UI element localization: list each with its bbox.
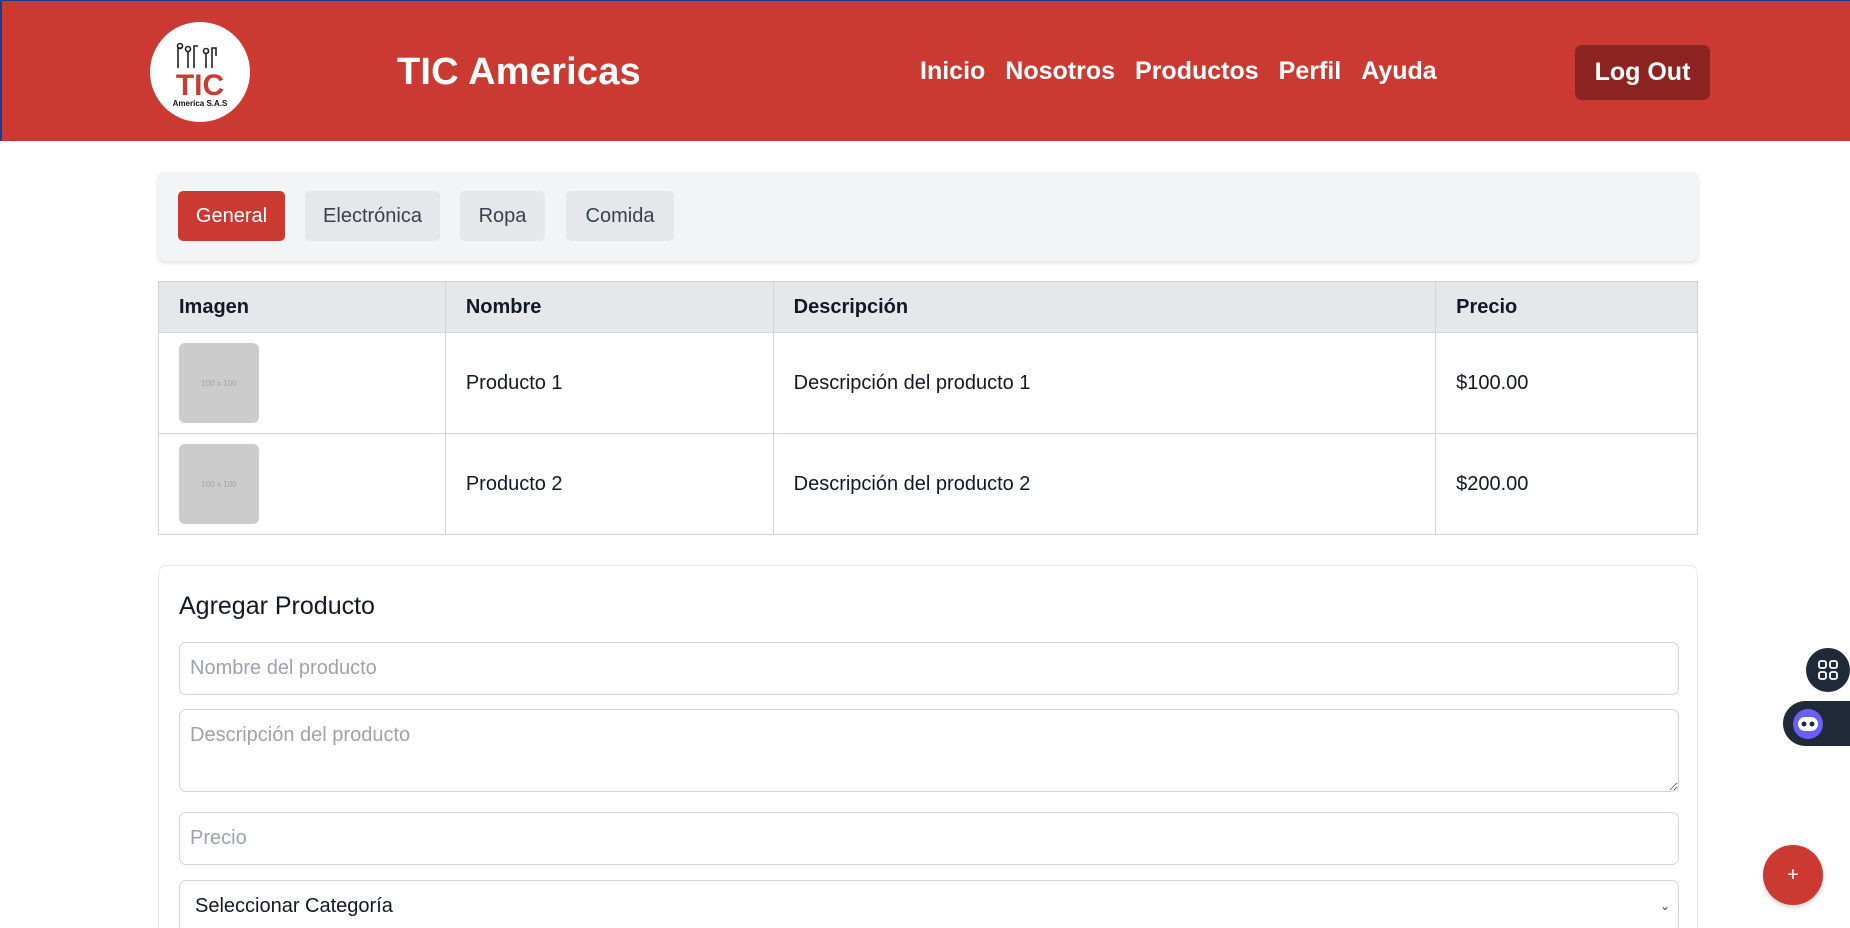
product-image-placeholder: 100 x 100 (179, 444, 259, 524)
nav-nosotros[interactable]: Nosotros (1005, 57, 1115, 86)
product-description-input[interactable] (179, 709, 1679, 792)
products-table: Imagen Nombre Descripción Precio 100 x 1… (158, 281, 1698, 535)
logout-button[interactable]: Log Out (1575, 45, 1710, 100)
logo-subtext: America S.A.S (173, 99, 228, 108)
logo-emblem: TIC America S.A.S (173, 42, 228, 108)
product-price-input[interactable] (179, 812, 1679, 865)
table-row: 100 x 100 Producto 2 Descripción del pro… (158, 433, 1698, 535)
category-select[interactable]: Seleccionar Categoría ⌄ (179, 880, 1679, 928)
bot-icon (1793, 709, 1823, 739)
tab-ropa[interactable]: Ropa (460, 191, 545, 241)
brand-name: TIC Americas (397, 51, 641, 93)
nav-inicio[interactable]: Inicio (920, 57, 985, 86)
nav-ayuda[interactable]: Ayuda (1361, 57, 1436, 86)
company-logo[interactable]: TIC America S.A.S (150, 22, 250, 122)
table-row: 100 x 100 Producto 1 Descripción del pro… (158, 332, 1698, 434)
add-product-form: Agregar Producto Seleccionar Categoría ⌄ (158, 565, 1698, 928)
apps-grid-icon[interactable] (1806, 648, 1850, 692)
cell-name: Producto 2 (444, 433, 774, 535)
tab-comida[interactable]: Comida (566, 191, 674, 241)
column-header-descripcion: Descripción (772, 281, 1437, 333)
cell-description: Descripción del producto 1 (772, 332, 1437, 434)
form-title: Agregar Producto (179, 592, 375, 620)
cell-image: 100 x 100 (158, 433, 446, 535)
assistant-bot-widget[interactable] (1783, 701, 1850, 746)
product-image-placeholder: 100 x 100 (179, 343, 259, 423)
tab-general[interactable]: General (178, 191, 285, 241)
main-nav: Inicio Nosotros Productos Perfil Ayuda (920, 57, 1437, 86)
nav-productos[interactable]: Productos (1135, 57, 1259, 86)
top-header: TIC America S.A.S TIC Americas Inicio No… (0, 0, 1850, 141)
cell-image: 100 x 100 (158, 332, 446, 434)
tab-electronica[interactable]: Electrónica (305, 191, 440, 241)
logo-text: TIC (176, 69, 224, 102)
column-header-nombre: Nombre (444, 281, 774, 333)
nav-perfil[interactable]: Perfil (1279, 57, 1342, 86)
column-header-precio: Precio (1435, 281, 1698, 333)
grid-icon (1818, 660, 1838, 680)
product-name-input[interactable] (179, 642, 1679, 695)
add-fab-button[interactable]: + (1763, 845, 1823, 905)
category-select-value: Seleccionar Categoría (195, 895, 393, 917)
category-tabs: General Electrónica Ropa Comida (158, 172, 1698, 261)
chevron-down-icon: ⌄ (1659, 899, 1670, 913)
column-header-imagen: Imagen (158, 281, 446, 333)
cell-price: $200.00 (1435, 433, 1698, 535)
cell-description: Descripción del producto 2 (772, 433, 1437, 535)
table-header-row: Imagen Nombre Descripción Precio (158, 281, 1698, 333)
cell-price: $100.00 (1435, 332, 1698, 434)
cell-name: Producto 1 (444, 332, 774, 434)
